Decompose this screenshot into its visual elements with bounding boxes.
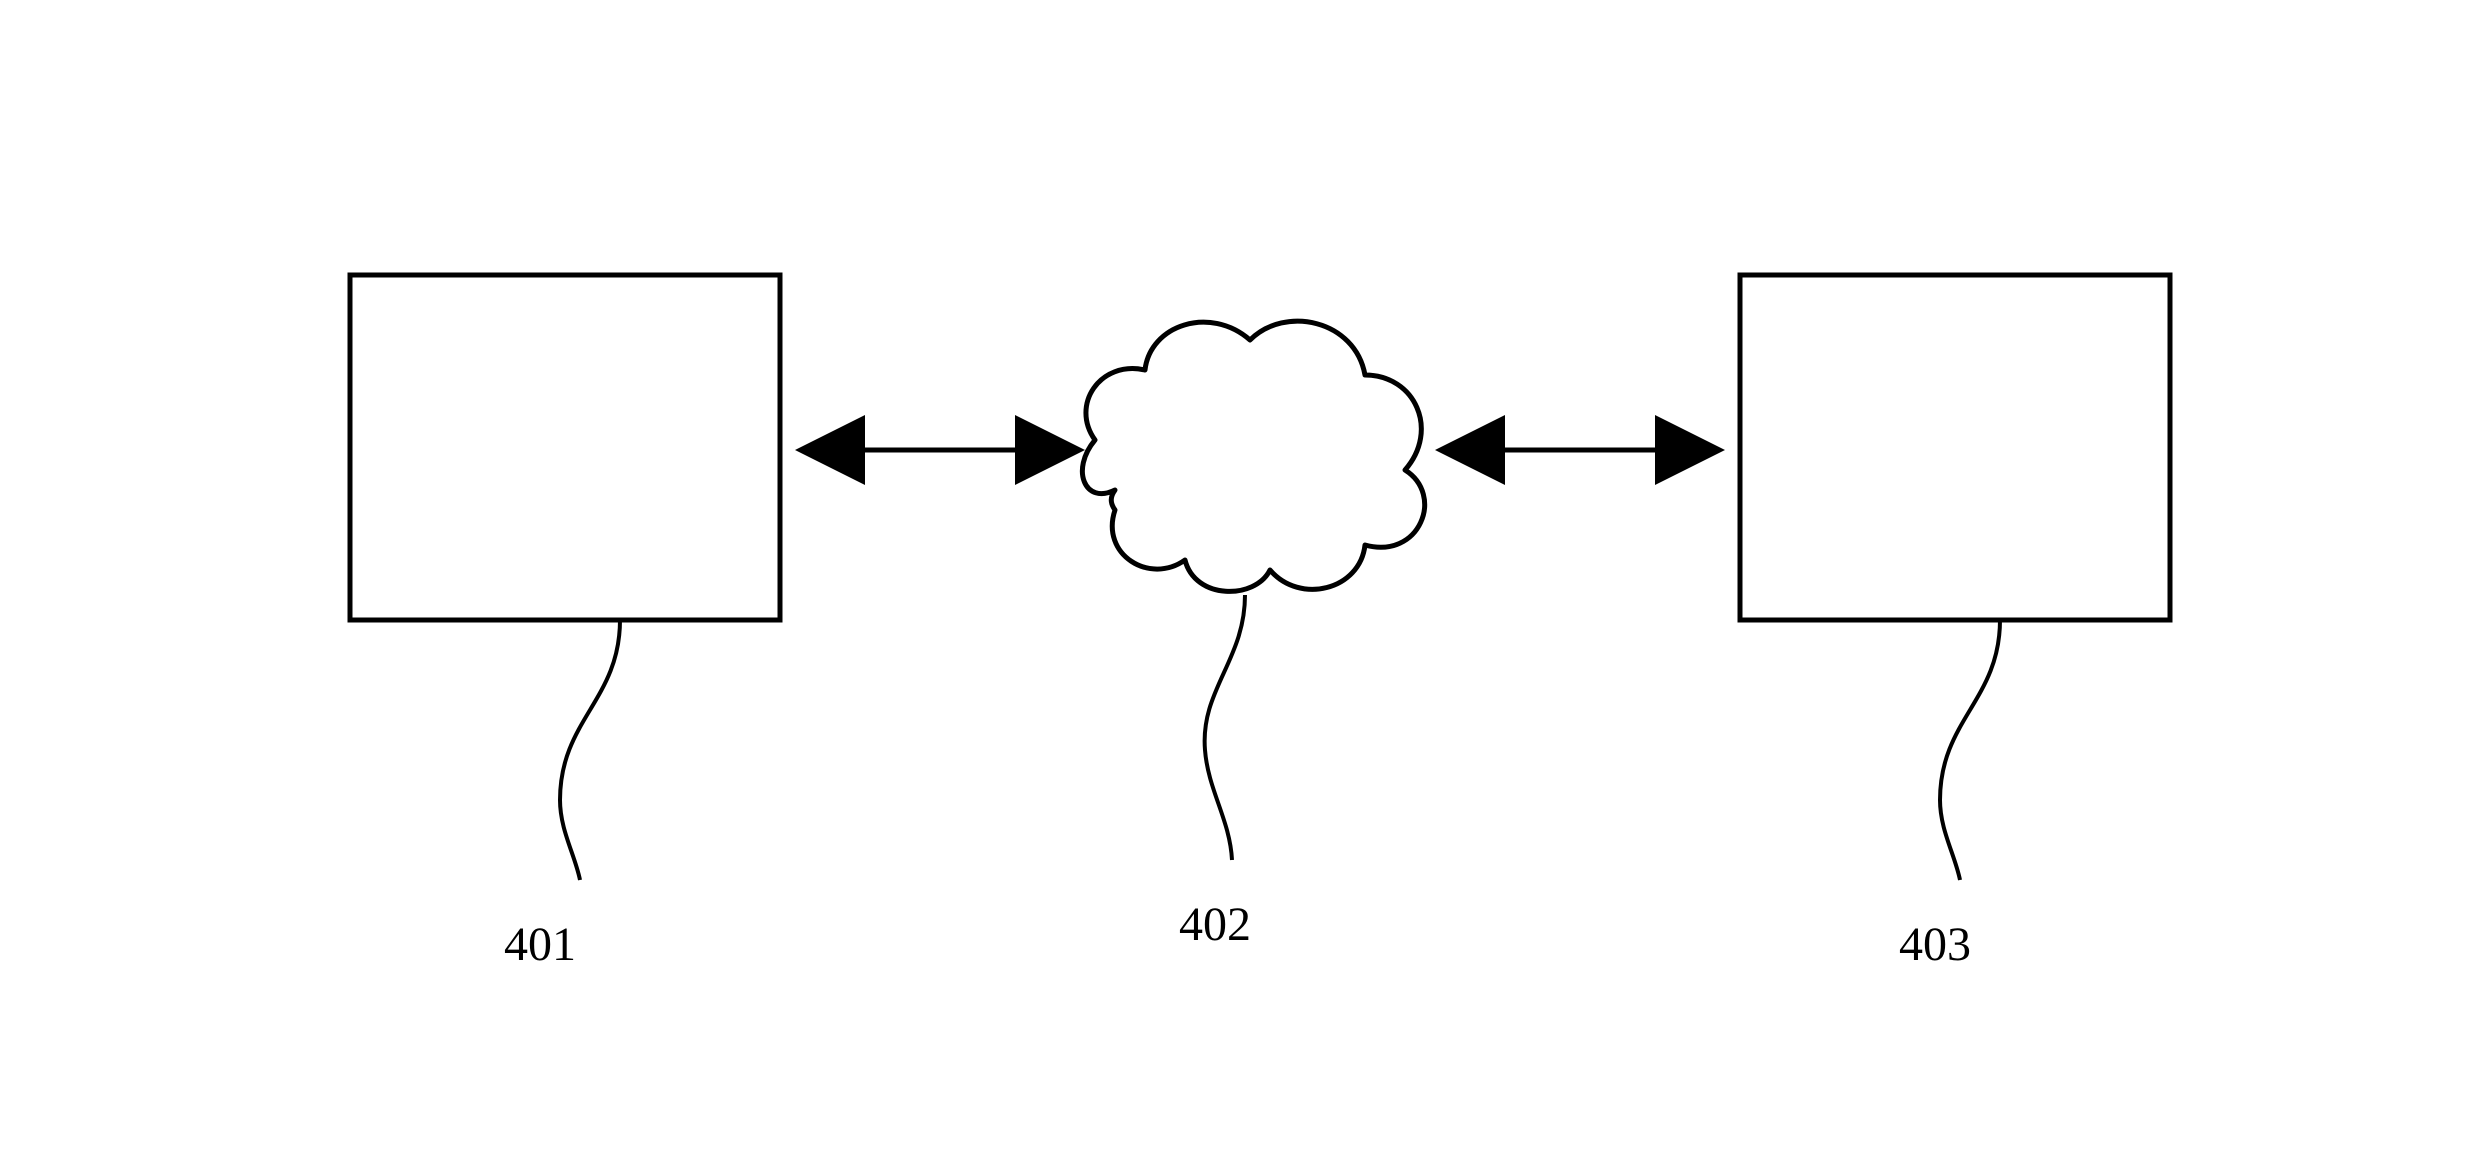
cloud-402	[1082, 321, 1424, 591]
system-diagram: 401 402 403	[0, 0, 2468, 1157]
node-401: 401	[350, 275, 780, 971]
rect-403	[1740, 275, 2170, 620]
leader-403	[1940, 620, 2000, 880]
label-402: 402	[1179, 898, 1251, 951]
label-401: 401	[504, 918, 576, 971]
node-402: 402	[1082, 321, 1424, 951]
leader-402	[1205, 595, 1245, 860]
node-403: 403	[1740, 275, 2170, 971]
rect-401	[350, 275, 780, 620]
leader-401	[560, 620, 620, 880]
label-403: 403	[1899, 918, 1971, 971]
